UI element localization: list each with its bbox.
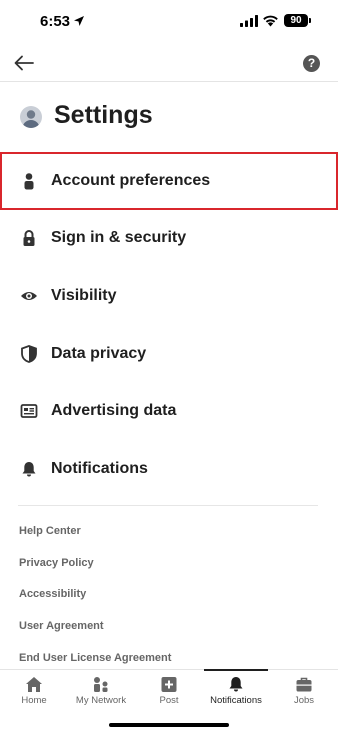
person-icon — [24, 172, 34, 190]
status-bar: 6:53 90 — [0, 0, 338, 44]
menu-item-label: Advertising data — [51, 402, 177, 420]
tab-label: Notifications — [210, 695, 262, 706]
location-arrow-icon — [74, 16, 84, 26]
tab-post[interactable]: Post — [139, 670, 199, 710]
network-icon — [94, 677, 108, 692]
tab-label: Post — [159, 695, 179, 706]
wifi-icon — [263, 15, 278, 27]
briefcase-icon — [296, 677, 312, 692]
tab-my-network[interactable]: My Network — [66, 670, 136, 710]
home-indicator — [109, 723, 229, 727]
bell-icon — [22, 461, 36, 477]
plus-square-icon — [161, 677, 177, 692]
home-icon — [26, 677, 42, 692]
eye-icon — [21, 291, 37, 300]
page-header: Settings — [0, 96, 338, 138]
menu-item-label: Sign in & security — [51, 229, 187, 247]
status-time: 6:53 — [40, 13, 71, 30]
menu-item-account-preferences[interactable]: Account preferences — [0, 152, 338, 210]
menu-item-label: Visibility — [51, 286, 117, 304]
question-mark-icon[interactable]: ? — [303, 55, 320, 72]
divider — [18, 505, 318, 506]
menu-item-notifications[interactable]: Notifications — [0, 440, 338, 498]
top-nav: ? — [0, 44, 338, 82]
tab-home[interactable]: Home — [4, 670, 64, 710]
page-title: Settings — [54, 101, 153, 129]
tab-label: Jobs — [293, 695, 315, 706]
ad-card-icon — [20, 404, 38, 419]
user-avatar[interactable] — [20, 106, 42, 128]
footer-links: Help Center Privacy Policy Accessibility… — [19, 516, 319, 674]
link-user-agreement[interactable]: User Agreement — [19, 611, 319, 643]
shield-icon — [21, 344, 37, 363]
settings-menu: Account preferences Sign in & security V… — [0, 152, 338, 498]
link-help-center[interactable]: Help Center — [19, 516, 319, 548]
menu-item-label: Data privacy — [51, 344, 147, 362]
menu-item-advertising-data[interactable]: Advertising data — [0, 382, 338, 440]
link-privacy-policy[interactable]: Privacy Policy — [19, 548, 319, 580]
tab-jobs[interactable]: Jobs — [274, 670, 334, 710]
menu-item-sign-in-security[interactable]: Sign in & security — [0, 210, 338, 268]
battery-indicator: 90 — [284, 14, 311, 27]
tab-label: Home — [21, 695, 47, 706]
menu-item-visibility[interactable]: Visibility — [0, 267, 338, 325]
cellular-signal-icon — [240, 15, 258, 27]
lock-icon — [23, 230, 35, 247]
menu-item-data-privacy[interactable]: Data privacy — [0, 325, 338, 383]
tab-notifications[interactable]: Notifications — [204, 669, 268, 710]
arrow-left-icon[interactable] — [12, 52, 36, 74]
link-accessibility[interactable]: Accessibility — [19, 579, 319, 611]
bell-icon — [229, 677, 243, 692]
menu-item-label: Account preferences — [51, 171, 211, 189]
tab-label: My Network — [75, 695, 127, 706]
menu-item-label: Notifications — [51, 459, 148, 477]
